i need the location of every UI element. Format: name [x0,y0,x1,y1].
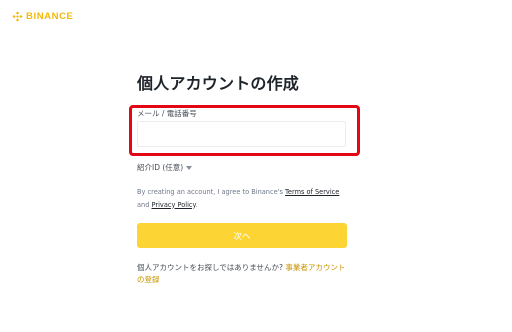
brand-name: BINANCE [26,10,74,22]
brand-logo[interactable]: BINANCE [12,11,73,22]
binance-logo-icon [12,11,23,22]
page-title: 個人アカウントの作成 [137,74,300,93]
business-account-note: 個人アカウントをお探しではありませんか? 事業者アカウントの登録 [137,262,349,286]
email-phone-input[interactable] [137,121,346,147]
terms-suffix: . [195,200,198,209]
email-phone-label: メール / 電話番号 [137,109,197,118]
privacy-policy-link[interactable]: Privacy Policy [152,201,196,209]
terms-text: By creating an account, I agree to Binan… [137,186,349,211]
business-account-prompt: 個人アカウントをお探しではありませんか? [137,263,286,272]
referral-id-toggle[interactable]: 紹介ID (任意) [137,162,193,173]
terms-middle: and [137,200,152,209]
referral-id-label: 紹介ID (任意) [137,163,184,172]
chevron-down-icon [186,165,193,170]
terms-prefix: By creating an account, I agree to Binan… [137,188,286,196]
next-button[interactable]: 次へ [137,223,347,248]
terms-of-service-link[interactable]: Terms of Service [285,188,339,196]
